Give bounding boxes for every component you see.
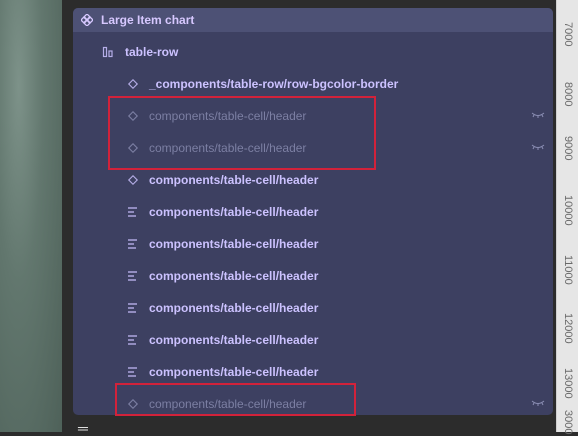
layer-label: components/table-cell/header [149,365,319,379]
component-instance-icon [127,174,139,186]
auto-layout-icon [128,207,137,217]
layer-row[interactable]: _components/table-row/row-bgcolor-border [73,68,553,100]
layers-panel: Large Item chart table-row _components/t… [73,8,553,415]
ruler-label: 3000 [562,410,574,435]
auto-layout-icon [128,239,137,249]
layer-label: components/table-cell/header [149,237,319,251]
layer-label: _components/table-row/row-bgcolor-border [149,77,399,91]
layer-row[interactable]: components/table-cell/header [73,356,553,388]
layer-title: Large Item chart [101,13,195,27]
layer-row[interactable]: components/table-cell/header [73,164,553,196]
auto-layout-icon [128,303,137,313]
auto-layout-icon [128,335,137,345]
component-instance-icon [127,78,139,90]
layer-row-large-item-chart[interactable]: Large Item chart [73,8,553,32]
component-instance-icon [127,142,139,154]
ruler-label: 9000 [562,136,574,161]
layer-label: components/table-cell/header [149,141,307,155]
layer-label: components/table-cell/header [149,301,319,315]
layer-label: components/table-cell/header [149,397,307,411]
layer-label: components/table-cell/header [149,269,319,283]
layer-row[interactable]: components/table-cell/header [73,196,553,228]
component-icon [81,14,93,26]
layer-label: components/table-cell/header [149,173,319,187]
layer-label: table-row [125,45,179,59]
ruler-label: 7000 [562,22,574,47]
layer-label: components/table-cell/header [149,109,307,123]
eye-hidden-icon[interactable] [531,399,545,407]
layer-row[interactable]: components/table-cell/header [73,292,553,324]
ruler-label: 11000 [562,255,574,285]
eye-hidden-icon[interactable] [531,143,545,151]
layer-row-table-row[interactable]: table-row [73,36,553,68]
auto-layout-icon [128,271,137,281]
layer-row[interactable]: components/table-cell/header [73,132,553,164]
canvas-background [0,0,62,432]
component-instance-icon [127,110,139,122]
ruler-label: 10000 [562,195,574,226]
layer-row[interactable]: components/table-cell/header [73,324,553,356]
partial-bottom-text: ═ [78,420,88,436]
layer-row[interactable]: components/table-cell/header [73,388,553,415]
layer-label: components/table-cell/header [149,205,319,219]
component-instance-icon [127,398,139,410]
auto-layout-vertical-icon [102,46,113,58]
ruler-label: 12000 [562,313,574,344]
ruler-label: 8000 [562,82,574,107]
layer-row[interactable]: components/table-cell/header [73,228,553,260]
layer-row[interactable]: components/table-cell/header [73,260,553,292]
auto-layout-icon [128,367,137,377]
layer-label: components/table-cell/header [149,333,319,347]
eye-hidden-icon[interactable] [531,111,545,119]
vertical-ruler: 7000 8000 9000 10000 11000 12000 13000 3… [556,0,578,435]
layer-row[interactable]: components/table-cell/header [73,100,553,132]
ruler-label: 13000 [562,368,574,399]
